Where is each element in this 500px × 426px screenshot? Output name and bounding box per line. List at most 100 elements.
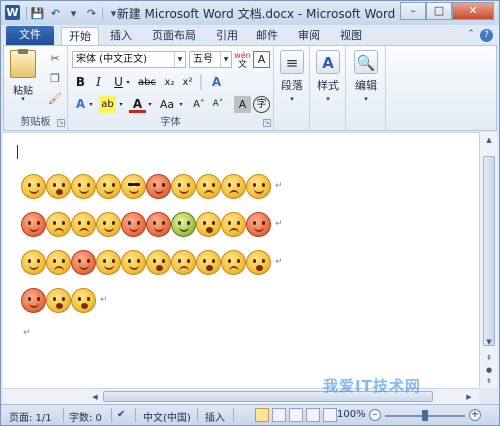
tab-file[interactable]: 文件 — [6, 26, 54, 45]
styles-button[interactable]: A 样式 ▾ — [308, 50, 348, 103]
character-shading-icon[interactable]: A — [234, 96, 251, 113]
tongue-emoticon-icon[interactable] — [71, 173, 96, 199]
character-border-icon[interactable]: A — [253, 51, 270, 68]
word-logo-icon[interactable]: W — [5, 5, 20, 20]
red-emoticon-icon[interactable] — [246, 211, 271, 237]
angry-emoticon-icon[interactable] — [146, 173, 171, 199]
subscript-button[interactable]: x₂ — [161, 74, 178, 91]
help-icon[interactable]: ? — [480, 29, 493, 42]
change-case-icon[interactable]: Aa — [157, 96, 177, 113]
superscript-button[interactable]: x² — [179, 74, 196, 91]
tab-view[interactable]: 视图 — [335, 27, 367, 45]
open-emoticon-icon[interactable] — [71, 287, 96, 313]
smile-emoticon-icon[interactable] — [21, 249, 46, 275]
change-case-dropdown-icon[interactable]: ▾ — [176, 96, 186, 113]
red-emoticon-icon[interactable] — [21, 287, 46, 313]
shrink-font-icon[interactable]: A˅ — [209, 96, 227, 113]
scroll-up-icon[interactable]: ▲ — [483, 134, 495, 146]
minimize-button[interactable]: – — [400, 2, 426, 20]
red-emoticon-icon[interactable] — [146, 211, 171, 237]
paste-icon[interactable] — [10, 49, 36, 78]
tab-page-layout[interactable]: 页面布局 — [146, 27, 202, 45]
sad-emoticon-icon[interactable] — [221, 211, 246, 237]
page-count[interactable]: 页面: 1/1 — [9, 409, 52, 424]
print-layout-view-icon[interactable] — [255, 408, 269, 422]
paste-dropdown-icon[interactable]: ▾ — [6, 95, 40, 103]
insert-mode[interactable]: 插入 — [205, 409, 225, 424]
editing-button[interactable]: 🔍 编辑 ▾ — [346, 50, 386, 103]
tab-insert[interactable]: 插入 — [105, 27, 137, 45]
paragraph-button[interactable]: ≡ 段落 ▾ — [272, 50, 312, 103]
smile-emoticon-icon[interactable] — [171, 173, 196, 199]
word-count[interactable]: 字数: 0 — [69, 409, 102, 424]
zoom-level[interactable]: 100% — [337, 409, 366, 420]
cry-emoticon-icon[interactable] — [221, 173, 246, 199]
underline-dropdown-icon[interactable]: ▾ — [123, 74, 133, 91]
sad-emoticon-icon[interactable] — [196, 173, 221, 199]
smile-emoticon-icon[interactable] — [121, 249, 146, 275]
cut-icon[interactable]: ✂ — [48, 52, 62, 66]
proofing-icon[interactable]: ✔ — [117, 409, 125, 420]
smile-emoticon-icon[interactable] — [21, 173, 46, 199]
enclose-characters-icon[interactable]: 字 — [253, 96, 270, 113]
paragraph-dropdown-icon[interactable]: ▾ — [272, 95, 312, 103]
italic-button[interactable]: I — [90, 74, 107, 91]
tab-review[interactable]: 审阅 — [293, 27, 325, 45]
undo-dropdown-icon[interactable]: ▾ — [66, 6, 81, 21]
smile-emoticon-icon[interactable] — [96, 249, 121, 275]
sad-emoticon-icon[interactable] — [71, 211, 96, 237]
previous-page-icon[interactable]: ⇞ — [483, 352, 495, 364]
font-size-dropdown-icon[interactable]: ▼ — [220, 52, 231, 67]
open-emoticon-icon[interactable] — [196, 249, 221, 275]
open-emoticon-icon[interactable] — [196, 211, 221, 237]
smile-emoticon-icon[interactable] — [96, 211, 121, 237]
strikethrough-button[interactable]: abc — [136, 74, 158, 91]
zoom-slider-knob[interactable] — [422, 410, 428, 421]
bold-button[interactable]: B — [72, 74, 89, 91]
angry-emoticon-icon[interactable] — [121, 211, 146, 237]
tab-home[interactable]: 开始 — [61, 27, 99, 45]
maximize-button[interactable]: □ — [426, 2, 452, 20]
grin-emoticon-icon[interactable] — [46, 173, 71, 199]
clipboard-launcher-icon[interactable]: ↘ — [57, 119, 65, 127]
cool-emoticon-icon[interactable] — [121, 173, 146, 199]
font-color-icon[interactable]: A — [129, 96, 146, 113]
language-indicator[interactable]: 中文(中国) — [143, 409, 191, 424]
zoom-in-button[interactable]: + — [469, 409, 481, 421]
grow-font-icon[interactable]: A˄ — [190, 96, 208, 113]
sad-emoticon-icon[interactable] — [171, 249, 196, 275]
web-layout-view-icon[interactable] — [289, 408, 303, 422]
redo-icon[interactable]: ↷ — [84, 6, 99, 21]
sad-emoticon-icon[interactable] — [221, 249, 246, 275]
smile-emoticon-icon[interactable] — [96, 173, 121, 199]
highlight-dropdown-icon[interactable]: ▾ — [116, 96, 126, 113]
font-name-combo[interactable]: 宋体 (中文正文) ▼ — [72, 51, 186, 68]
draft-view-icon[interactable] — [323, 408, 337, 422]
grin-emoticon-icon[interactable] — [146, 249, 171, 275]
sad-emoticon-icon[interactable] — [46, 211, 71, 237]
save-icon[interactable]: 💾 — [30, 6, 45, 21]
outline-view-icon[interactable] — [306, 408, 320, 422]
undo-icon[interactable]: ↶ — [48, 6, 63, 21]
phonetic-guide-icon[interactable]: wén 文 — [234, 51, 251, 70]
highlight-icon[interactable]: ab — [99, 96, 116, 113]
tab-mailings[interactable]: 邮件 — [251, 27, 283, 45]
open-emoticon-icon[interactable] — [46, 287, 71, 313]
zoom-out-button[interactable]: – — [369, 409, 381, 421]
sad-emoticon-icon[interactable] — [46, 249, 71, 275]
text-effects-dropdown-icon[interactable]: ▾ — [86, 96, 96, 113]
angry-emoticon-icon[interactable] — [21, 211, 46, 237]
angry-emoticon-icon[interactable] — [71, 249, 96, 275]
font-name-dropdown-icon[interactable]: ▼ — [174, 52, 185, 67]
copy-icon[interactable]: ❐ — [48, 72, 62, 86]
green-emoticon-icon[interactable] — [171, 211, 196, 237]
format-painter-icon[interactable]: 🖌 — [48, 92, 62, 106]
smile-emoticon-icon[interactable] — [246, 173, 271, 199]
tab-references[interactable]: 引用 — [211, 27, 243, 45]
open-emoticon-icon[interactable] — [246, 249, 271, 275]
font-launcher-icon[interactable]: ↘ — [263, 119, 271, 127]
full-screen-view-icon[interactable] — [272, 408, 286, 422]
vertical-scroll-thumb[interactable] — [483, 156, 495, 346]
scroll-down-icon[interactable]: ▼ — [483, 336, 495, 348]
font-size-combo[interactable]: 五号 ▼ — [189, 51, 232, 68]
